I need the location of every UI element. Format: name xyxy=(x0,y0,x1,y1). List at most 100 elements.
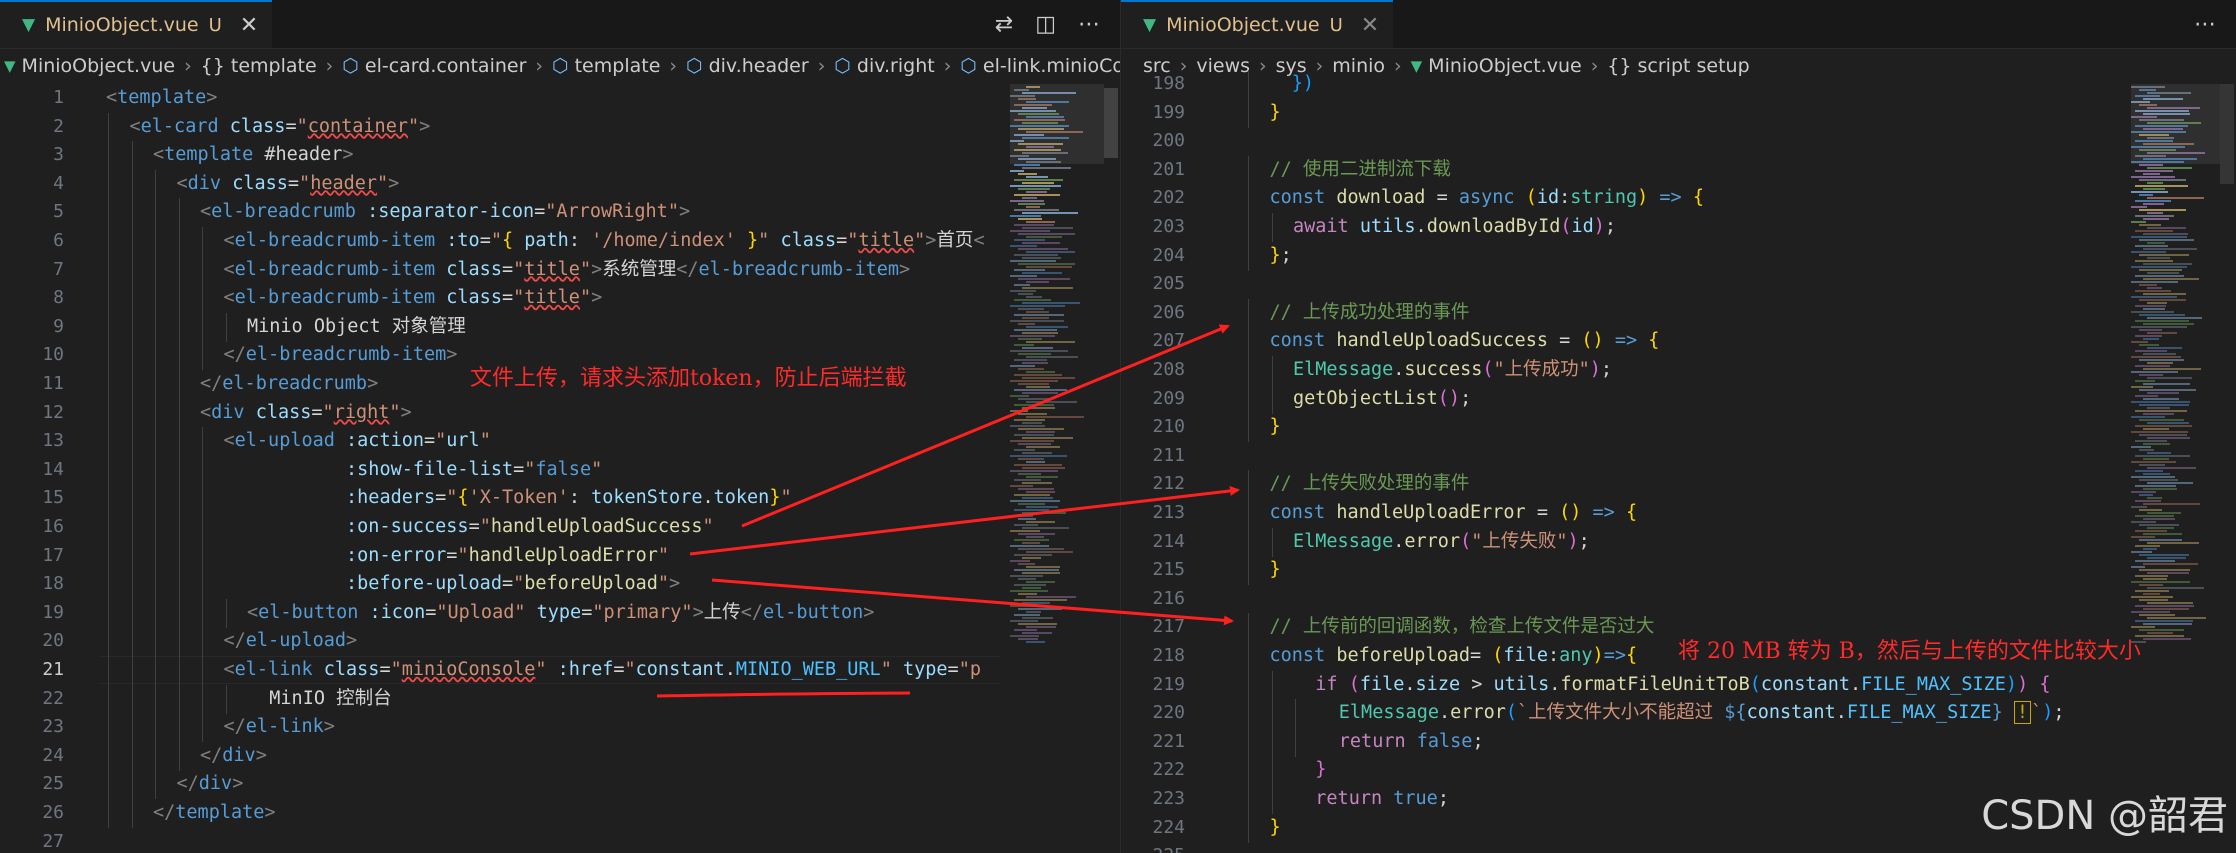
breadcrumb-item[interactable]: el-card.container xyxy=(365,55,527,77)
code-token: el-card xyxy=(140,115,219,137)
line-number: 22 xyxy=(42,687,64,709)
code-line: :headers="{'X-Token': tokenStore.token}" xyxy=(224,484,792,512)
breadcrumb-item[interactable]: div.header xyxy=(709,55,809,77)
split-editor-icon[interactable]: ◫ xyxy=(1035,12,1056,37)
minimap-row xyxy=(1014,209,1059,211)
indent-guide xyxy=(1248,670,1249,700)
minimap-row xyxy=(2131,371,2178,373)
minimap-row xyxy=(1014,434,1054,436)
code-token: "p xyxy=(958,659,981,680)
breadcrumb-item[interactable]: MinioObject.vue xyxy=(22,55,176,77)
code-token: } xyxy=(1269,559,1281,581)
minimap-viewport[interactable] xyxy=(2131,84,2231,164)
breadcrumb-item[interactable]: MinioObject.vue xyxy=(1428,55,1582,77)
code-token: el-breadcrumb xyxy=(222,373,368,394)
minimap-row xyxy=(2135,440,2167,442)
code-token: // 上传失败处理的事件 xyxy=(1269,473,1470,495)
indent-guide xyxy=(108,513,109,542)
more-actions-icon[interactable]: ⋯ xyxy=(2194,12,2216,37)
code-token: = xyxy=(287,172,300,194)
compare-changes-icon[interactable]: ⇄ xyxy=(995,12,1013,37)
breadcrumb-item[interactable]: views xyxy=(1196,55,1250,77)
tab-minio-object-right[interactable]: ▼ MinioObject.vue U ✕ xyxy=(1121,0,1394,48)
close-icon[interactable]: ✕ xyxy=(240,13,258,38)
indent-guide xyxy=(108,484,109,514)
minimap-row xyxy=(2139,479,2178,481)
minimap-row xyxy=(2135,290,2171,292)
line-number: 2 xyxy=(53,115,64,137)
breadcrumb-item[interactable]: {} script setup xyxy=(1607,55,1749,77)
minimap-row xyxy=(1022,602,1050,604)
minimap-row xyxy=(1022,482,1052,484)
minimap-row xyxy=(1022,167,1071,169)
indent-guide xyxy=(108,370,109,399)
vertical-scrollbar[interactable] xyxy=(2220,84,2234,853)
minimap-row xyxy=(1018,608,1062,610)
minimap-row xyxy=(2135,320,2189,322)
minimap-row xyxy=(1018,473,1041,475)
breadcrumb-item[interactable]: minio xyxy=(1332,55,1385,77)
code-token: 'X-Token' xyxy=(468,487,569,509)
right-editor-actions: ⋯ xyxy=(2194,0,2216,48)
line-number: 224 xyxy=(1152,816,1185,838)
minimap-viewport[interactable] xyxy=(1010,84,1110,164)
vertical-scrollbar[interactable] xyxy=(1104,84,1118,853)
code-token: // 使用二进制流下载 xyxy=(1269,158,1451,180)
code-token: { xyxy=(457,487,469,509)
indent-guide xyxy=(155,741,156,771)
minimap-row xyxy=(1026,236,1062,238)
indent-guide xyxy=(108,627,109,657)
minimap-row xyxy=(2135,500,2161,502)
minimap-row xyxy=(2143,413,2174,415)
code-token: formatFileUnitToB xyxy=(1560,673,1750,695)
code-token: ! xyxy=(2013,701,2032,725)
minimap-row xyxy=(1026,641,1045,643)
minimap-row xyxy=(1010,500,1060,502)
indent-guide xyxy=(1271,384,1273,414)
breadcrumb-item[interactable]: template xyxy=(575,55,661,77)
code-token: > xyxy=(367,373,379,394)
breadcrumb-item[interactable]: div.right xyxy=(857,55,935,77)
code-token: "primary" xyxy=(592,601,693,623)
indent-guide xyxy=(1295,699,1296,729)
right-code-editor[interactable]: 198 199 200 201 202 203 204 205 206 207 208 209 210 2… xyxy=(1121,70,2236,853)
code-token: "ArrowRight" xyxy=(545,201,679,223)
code-token: { xyxy=(501,230,514,251)
minimap-row xyxy=(1010,545,1049,547)
code-token: > xyxy=(1460,673,1494,695)
indent-guide xyxy=(155,341,156,371)
indent-guide xyxy=(1248,813,1249,843)
left-code-editor[interactable]: 1 2 3 4 5 6 7 8 9 10 11 12 13 14 15 16 17 18 19 20 21 22 23 24 2… xyxy=(0,84,1120,853)
minimap[interactable] xyxy=(1010,84,1110,853)
code-line: </div> xyxy=(177,770,244,798)
code-line: // 上传失败处理的事件 xyxy=(1270,470,1470,498)
indent-guide xyxy=(202,684,203,714)
breadcrumb-item[interactable]: el-link.minioConsole xyxy=(983,55,1120,77)
code-padding xyxy=(224,573,347,594)
minimap-row xyxy=(2131,221,2146,223)
indent-guide xyxy=(1248,70,1249,99)
code-token: } xyxy=(769,487,781,509)
minimap-row xyxy=(2147,287,2162,289)
minimap-row xyxy=(2147,212,2163,214)
code-token: download xyxy=(1336,187,1426,209)
code-token: " xyxy=(390,659,402,680)
minimap-row xyxy=(2143,593,2160,595)
breadcrumb-item[interactable]: {} template xyxy=(201,55,317,77)
tab-minio-object-left[interactable]: ▼ MinioObject.vue U ✕ xyxy=(0,0,273,48)
minimap[interactable] xyxy=(2131,84,2231,853)
close-icon[interactable]: ✕ xyxy=(1361,13,1379,38)
more-actions-icon[interactable]: ⋯ xyxy=(1078,12,1100,37)
scrollbar-thumb[interactable] xyxy=(1104,88,1118,158)
indent-guide xyxy=(108,455,109,485)
minimap-row xyxy=(2139,419,2184,421)
minimap-row xyxy=(1026,431,1055,433)
code-token: = xyxy=(425,601,437,623)
scrollbar-thumb[interactable] xyxy=(2220,84,2234,184)
